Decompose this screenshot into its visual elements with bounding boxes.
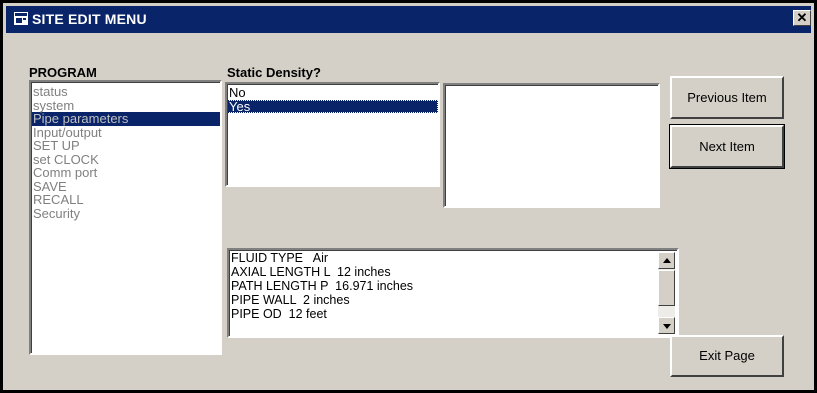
dialog-body: PROGRAM status system Pipe parameters Input… <box>9 36 808 385</box>
program-item[interactable]: set CLOCK <box>31 152 220 167</box>
previous-item-button[interactable]: Previous Item <box>670 76 784 119</box>
program-item[interactable]: Input/output <box>31 125 220 140</box>
exit-page-button[interactable]: Exit Page <box>670 335 784 377</box>
program-item[interactable]: Comm port <box>31 166 220 180</box>
info-line[interactable]: PIPE OD 12 feet <box>229 307 677 321</box>
info-list[interactable]: FLUID TYPE Air AXIAL LENGTH L 12 inches PA… <box>227 248 679 338</box>
scroll-down-button[interactable] <box>658 317 675 334</box>
program-item[interactable]: RECALL <box>31 193 220 207</box>
window-icon <box>14 12 28 25</box>
title-bar[interactable]: SITE EDIT MENU ✕ <box>6 6 811 33</box>
program-item[interactable]: status <box>31 85 220 99</box>
info-lines: FLUID TYPE Air AXIAL LENGTH L 12 inches PA… <box>229 250 677 321</box>
info-line[interactable]: AXIAL LENGTH L 12 inches <box>229 265 677 279</box>
arrow-down-icon <box>663 324 671 329</box>
scroll-up-button[interactable] <box>658 252 675 269</box>
program-item[interactable]: system <box>31 98 220 113</box>
program-item[interactable]: Security <box>31 206 220 221</box>
program-item[interactable]: SAVE <box>31 179 220 194</box>
close-icon[interactable]: ✕ <box>793 10 811 26</box>
next-item-button[interactable]: Next Item <box>669 124 785 169</box>
program-label: PROGRAM <box>29 65 97 80</box>
scroll-thumb[interactable] <box>658 270 675 306</box>
info-line[interactable]: PIPE WALL 2 inches <box>229 293 677 307</box>
arrow-up-icon <box>663 258 671 263</box>
program-items: status system Pipe parameters Input/output S… <box>31 82 220 220</box>
program-item[interactable]: Pipe parameters <box>31 112 220 126</box>
density-option[interactable]: Yes <box>227 99 438 113</box>
density-option[interactable]: No <box>227 86 438 100</box>
info-scrollbar[interactable] <box>658 252 675 334</box>
density-items: No Yes <box>227 84 438 113</box>
density-label: Static Density? <box>227 65 321 80</box>
info-line[interactable]: PATH LENGTH P 16.971 inches <box>229 279 677 293</box>
program-item[interactable]: SET UP <box>31 139 220 153</box>
value-box[interactable] <box>443 83 660 208</box>
program-list[interactable]: status system Pipe parameters Input/output S… <box>29 80 222 355</box>
density-list[interactable]: No Yes <box>225 82 440 187</box>
window-title: SITE EDIT MENU <box>32 11 147 27</box>
info-line[interactable]: FLUID TYPE Air <box>229 251 677 265</box>
